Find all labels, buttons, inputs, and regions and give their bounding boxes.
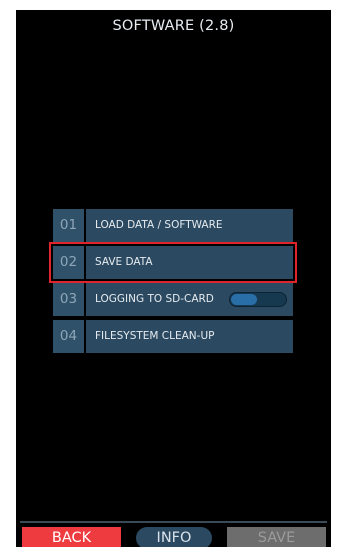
menu-item-save-data[interactable]: 02 SAVE DATA — [49, 242, 297, 283]
page-title: SOFTWARE (2.8) — [112, 18, 235, 34]
settings-menu: 01 LOAD DATA / SOFTWARE 02 SAVE DATA 03 … — [49, 209, 297, 357]
menu-item-number: 02 — [53, 246, 86, 279]
menu-item-load-data-software[interactable]: 01 LOAD DATA / SOFTWARE — [53, 209, 293, 242]
menu-item-number: 01 — [53, 209, 86, 242]
logging-toggle-switch[interactable] — [229, 292, 287, 307]
info-button[interactable]: INFO — [136, 527, 212, 547]
menu-item-label: FILESYSTEM CLEAN-UP — [95, 330, 215, 342]
device-screen: SOFTWARE (2.8) 01 LOAD DATA / SOFTWARE 0… — [16, 10, 331, 547]
menu-item-label: LOAD DATA / SOFTWARE — [95, 219, 223, 231]
footer-divider — [20, 521, 327, 523]
menu-item-logging-to-sd-card[interactable]: 03 LOGGING TO SD-CARD — [53, 283, 293, 316]
save-button[interactable]: SAVE — [227, 527, 326, 547]
toggle-knob — [231, 294, 257, 305]
menu-item-label: SAVE DATA — [95, 256, 153, 268]
menu-item-filesystem-clean-up[interactable]: 04 FILESYSTEM CLEAN-UP — [53, 320, 293, 353]
menu-item-number: 04 — [53, 320, 86, 353]
back-button[interactable]: BACK — [22, 527, 121, 547]
menu-item-label: LOGGING TO SD-CARD — [95, 293, 214, 305]
menu-item-number: 03 — [53, 283, 86, 316]
